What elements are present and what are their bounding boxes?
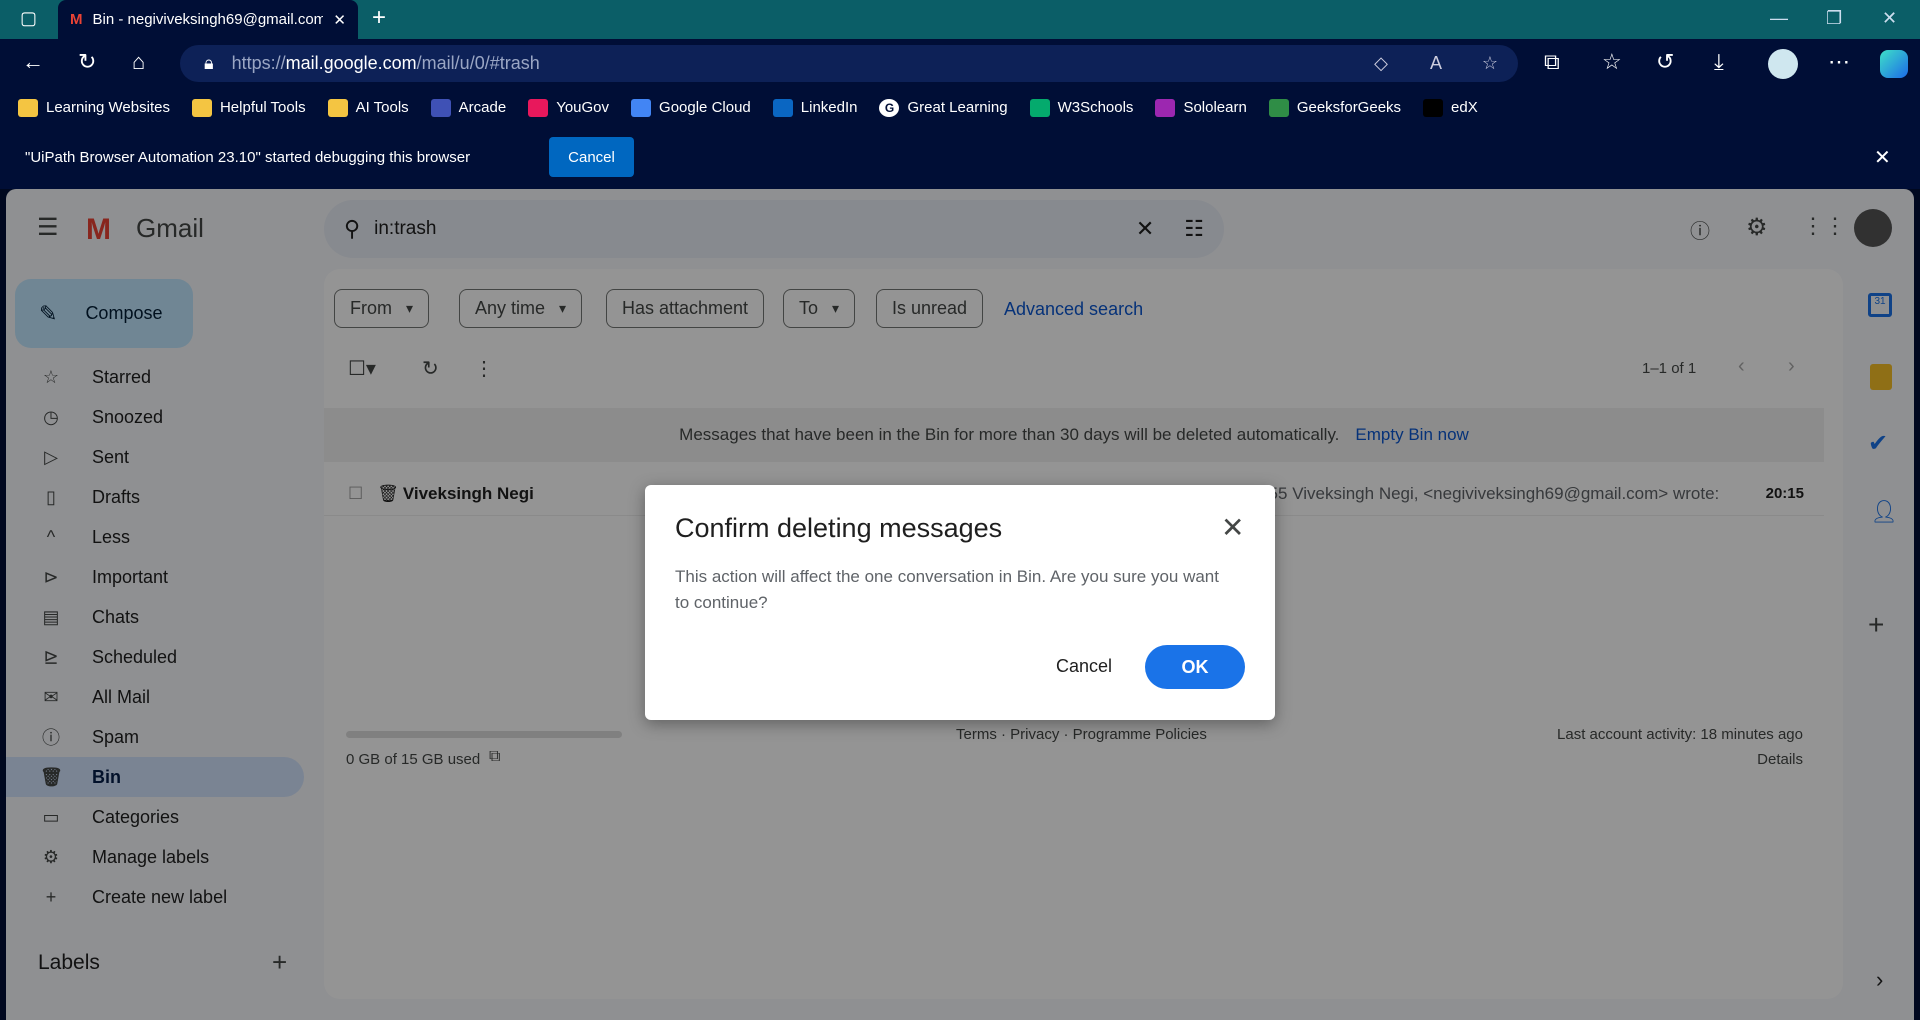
restore-icon[interactable]: ❐ [1826, 8, 1842, 29]
dialog-body: This action will affect the one conversa… [675, 567, 1219, 612]
extensions-icon[interactable]: ⧉ [1544, 49, 1560, 75]
bookmark-label: LinkedIn [800, 99, 858, 116]
bookmark-item[interactable]: Learning Websites [18, 98, 170, 117]
copilot-icon[interactable] [1880, 50, 1908, 78]
gmail-favicon-icon: M [70, 11, 83, 28]
folder-icon [327, 98, 348, 117]
bookmark-item[interactable]: edX [1423, 98, 1478, 117]
dialog-cancel-button[interactable]: Cancel [1056, 656, 1112, 677]
bookmark-label: Sololearn [1183, 99, 1247, 116]
lock-icon[interactable]: 🔒︎ [204, 53, 214, 74]
bookmark-label: Google Cloud [659, 99, 751, 116]
linkedin-icon [772, 98, 793, 117]
sololearn-icon [1155, 98, 1176, 117]
profile-avatar[interactable] [1768, 49, 1798, 79]
google-cloud-icon [631, 98, 652, 117]
url-text: https://mail.google.com/mail/u/0/#trash [231, 53, 540, 73]
bookmark-label: Arcade [458, 99, 507, 116]
debugging-infobar: "UiPath Browser Automation 23.10" starte… [0, 127, 1920, 189]
close-infobar-icon[interactable]: ✕ [1874, 145, 1891, 170]
bookmark-label: edX [1451, 99, 1478, 116]
immersive-reader-icon[interactable]: ◇ [1374, 53, 1388, 74]
dialog-title: Confirm deleting messages [675, 513, 1003, 543]
favorites-icon[interactable]: ☆ [1602, 49, 1622, 75]
read-aloud-icon[interactable]: A [1430, 53, 1442, 74]
folder-icon [191, 98, 212, 117]
confirm-delete-dialog: Confirm deleting messages ✕ This action … [645, 485, 1275, 720]
close-tab-icon[interactable]: ✕ [333, 11, 346, 29]
w3schools-icon [1029, 98, 1050, 117]
minimize-icon[interactable]: — [1770, 8, 1788, 29]
browser-tab-gmail[interactable]: M Bin - negiviveksingh69@gmail.com ✕ [58, 0, 358, 39]
bookmark-item[interactable]: W3Schools [1029, 98, 1134, 117]
navigation-bar: ← ↻ ⌂ 🔒︎ https://mail.google.com/mail/u/… [0, 39, 1920, 88]
folder-icon [18, 98, 38, 117]
yougov-icon [528, 98, 549, 117]
bookmark-label: Learning Websites [46, 99, 170, 116]
bookmark-item[interactable]: G Great Learning [879, 98, 1008, 117]
bookmarks-bar: Learning Websites Helpful Tools AI Tools Ar… [0, 88, 1920, 127]
bookmark-label: Helpful Tools [219, 99, 306, 116]
bookmark-item[interactable]: YouGov [528, 98, 610, 117]
great-learning-icon: G [879, 98, 900, 117]
bookmark-label: W3Schools [1057, 99, 1134, 116]
close-dialog-icon[interactable]: ✕ [1221, 511, 1244, 544]
bookmark-label: AI Tools [355, 99, 409, 116]
address-bar[interactable]: 🔒︎ https://mail.google.com/mail/u/0/#tra… [180, 45, 1518, 82]
bookmark-item[interactable]: LinkedIn [772, 98, 858, 117]
edx-icon [1423, 98, 1444, 117]
more-options-icon[interactable]: ⋯ [1828, 49, 1850, 75]
browser-tab-bar: ▢ M Bin - negiviveksingh69@gmail.com ✕ +… [0, 0, 1920, 39]
dialog-ok-button[interactable]: OK [1145, 645, 1245, 689]
back-icon[interactable]: ← [22, 49, 44, 75]
bookmark-label: GeeksforGeeks [1296, 99, 1402, 116]
favorite-star-icon[interactable]: ☆ [1482, 53, 1498, 74]
debug-message: "UiPath Browser Automation 23.10" starte… [25, 149, 471, 166]
bookmark-item[interactable]: Google Cloud [631, 98, 751, 117]
home-icon[interactable]: ⌂ [132, 49, 145, 75]
geeksforgeeks-icon [1268, 98, 1289, 117]
bookmark-item[interactable]: Helpful Tools [191, 98, 306, 117]
bookmark-item[interactable]: Sololearn [1155, 98, 1247, 117]
bookmark-item[interactable]: GeeksforGeeks [1268, 98, 1402, 117]
close-window-icon[interactable]: ✕ [1882, 8, 1897, 29]
new-tab-icon[interactable]: + [372, 4, 386, 32]
arcade-icon [430, 98, 451, 117]
downloads-icon[interactable]: ⤓ [1714, 49, 1724, 75]
refresh-icon[interactable]: ↻ [78, 49, 96, 75]
bookmark-item[interactable]: AI Tools [327, 98, 409, 117]
history-icon[interactable]: ↺ [1656, 49, 1674, 75]
tab-actions-icon[interactable]: ▢ [20, 8, 37, 29]
bookmark-label: Great Learning [907, 99, 1008, 116]
stop-debugging-button[interactable]: Cancel [549, 137, 634, 177]
bookmark-label: YouGov [556, 99, 610, 116]
tab-title: Bin - negiviveksingh69@gmail.com [92, 11, 324, 28]
bookmark-item[interactable]: Arcade [430, 98, 507, 117]
